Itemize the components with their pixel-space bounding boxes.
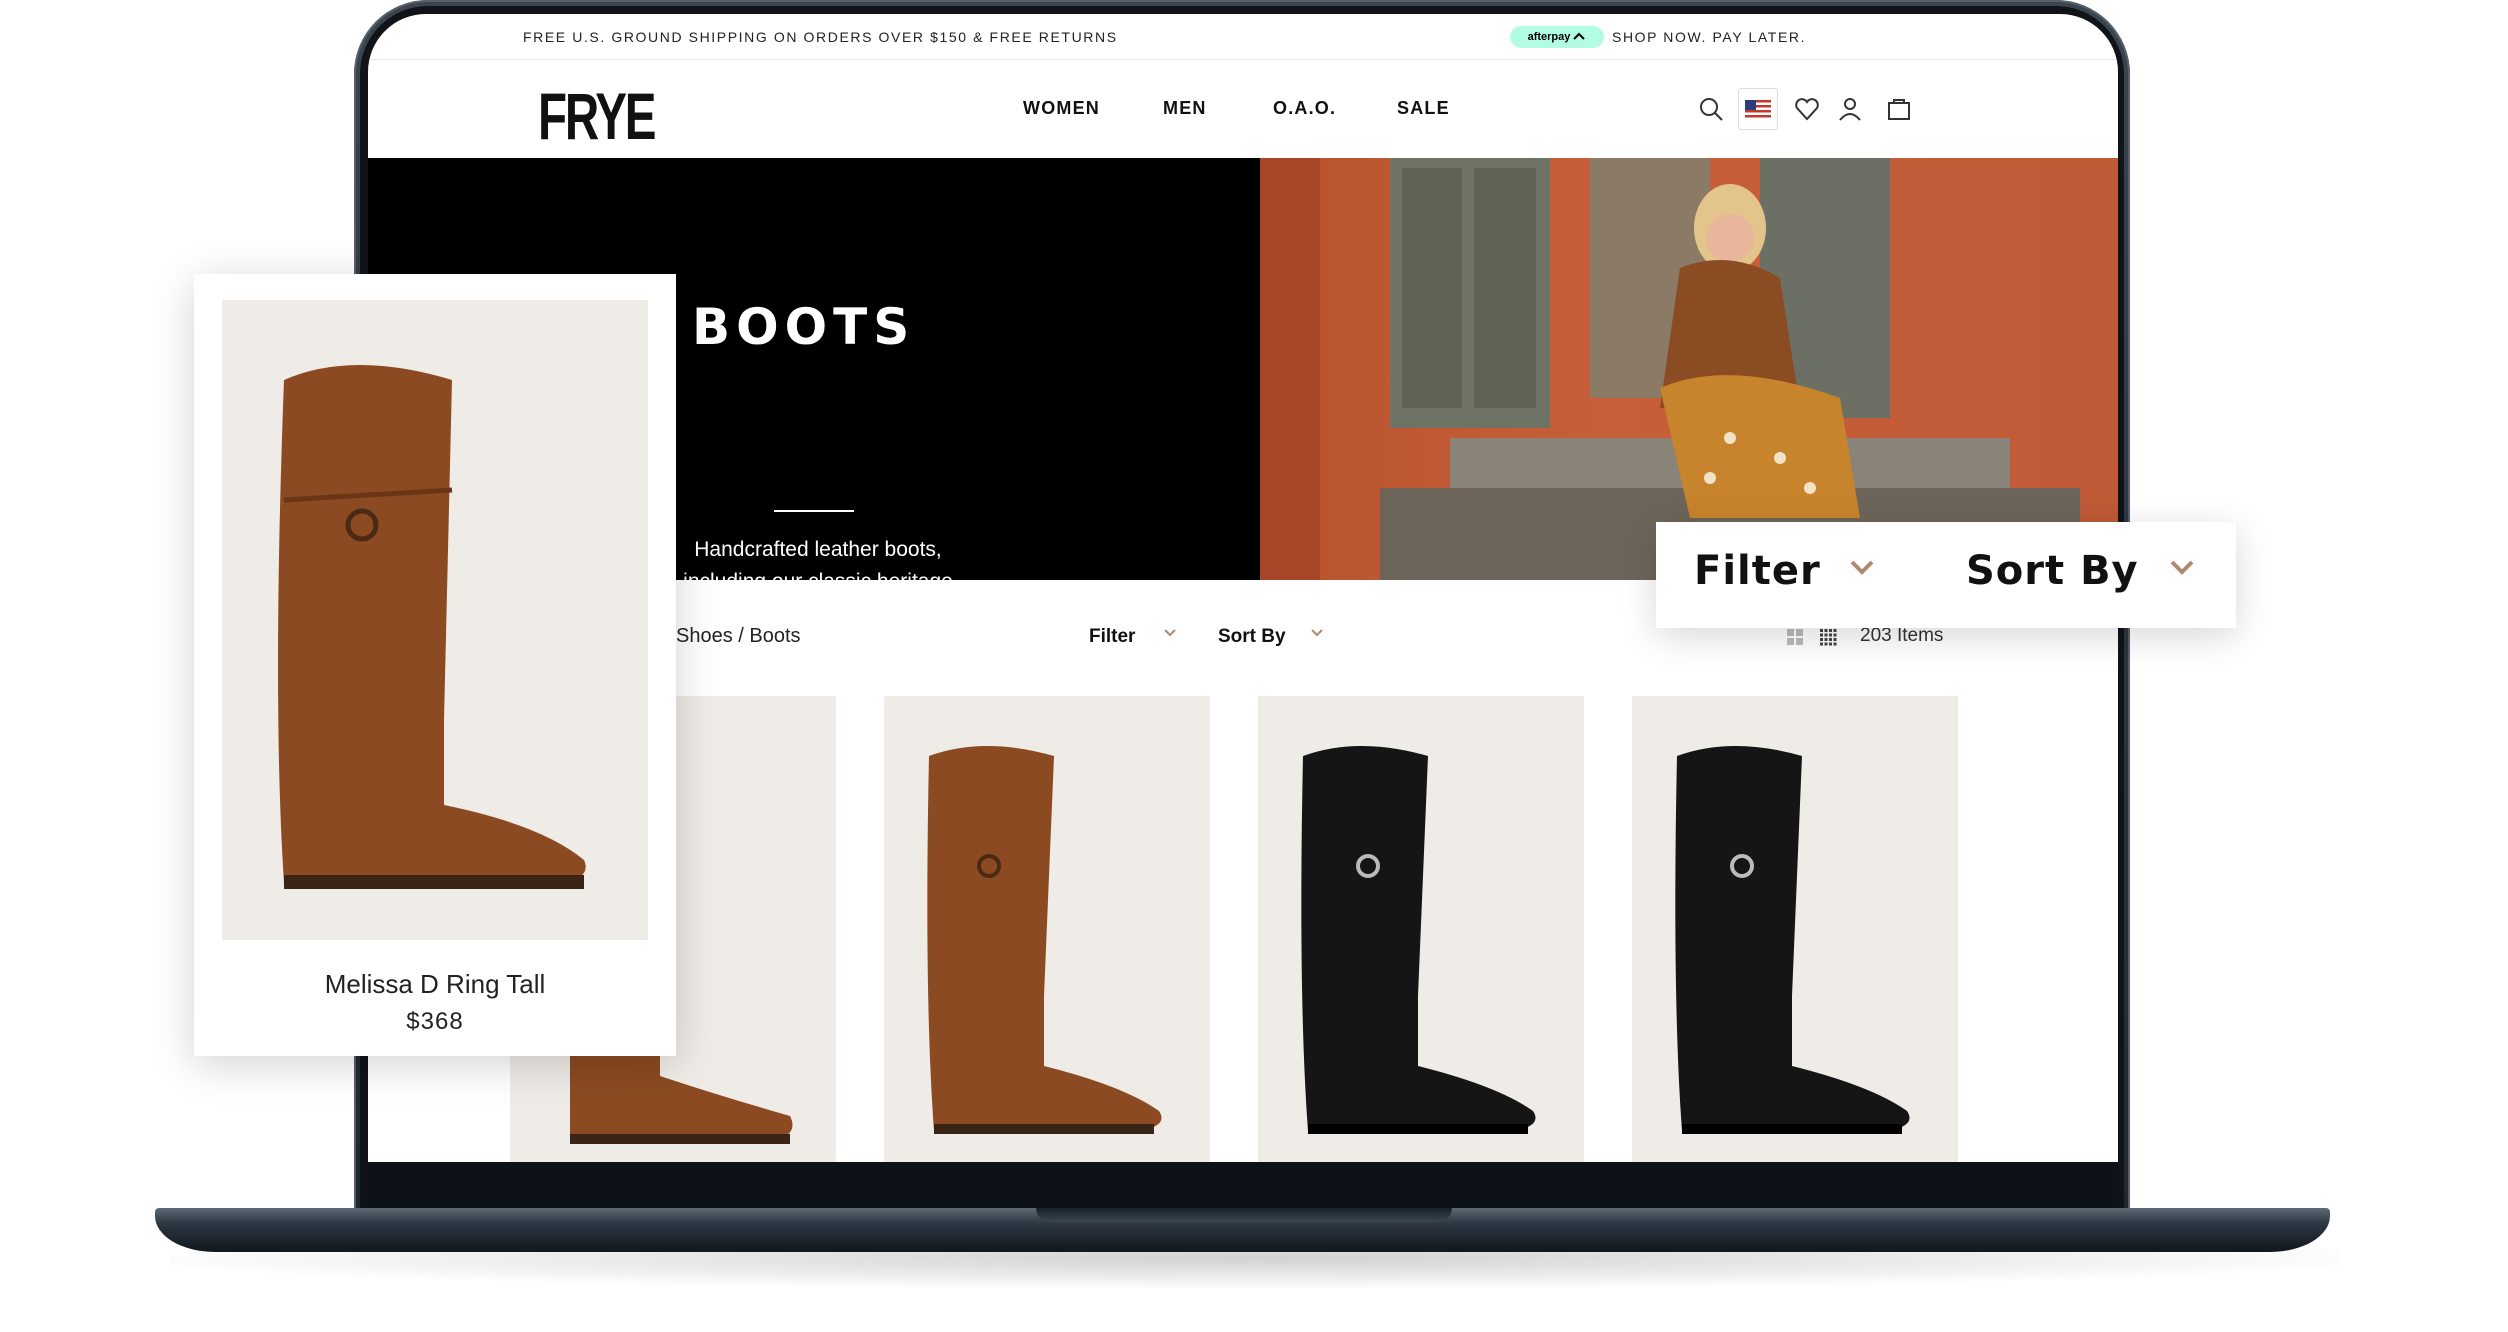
- featured-product-card[interactable]: Melissa D Ring Tall $368: [194, 274, 676, 1056]
- hero-divider: [774, 510, 854, 512]
- sort-chevron-down-icon[interactable]: [1310, 628, 1324, 638]
- afterpay-badge[interactable]: afterpay: [1510, 26, 1604, 48]
- afterpay-promo-text[interactable]: SHOP NOW. PAY LATER.: [1612, 29, 1806, 45]
- nav-men[interactable]: MEN: [1163, 98, 1207, 119]
- grid-4-view-icon[interactable]: [1819, 628, 1837, 646]
- product-tile[interactable]: [1632, 696, 1958, 1162]
- sort-card-chevron-down-icon[interactable]: [2168, 558, 2196, 578]
- featured-product-image[interactable]: [222, 300, 648, 940]
- site-header: FRYE WOMEN MEN O.A.O. SALE: [368, 60, 2118, 158]
- brown-boot-image: [278, 365, 586, 889]
- filter-card-chevron-down-icon[interactable]: [1848, 558, 1876, 578]
- country-selector[interactable]: [1738, 88, 1778, 130]
- nav-sale[interactable]: SALE: [1397, 98, 1450, 119]
- heart-icon[interactable]: [1792, 94, 1822, 124]
- item-count: 203 Items: [1860, 625, 1944, 646]
- hero-description: Handcrafted leather boots, including our…: [683, 538, 953, 625]
- product-tile[interactable]: [884, 696, 1210, 1162]
- black-boot-image: [1675, 746, 1910, 1134]
- black-boot-image: [1301, 746, 1536, 1134]
- brown-boot-image: [927, 746, 1162, 1134]
- product-tile[interactable]: [1258, 696, 1584, 1162]
- hero-title: BOOTS: [692, 298, 916, 356]
- sort-by-button[interactable]: Sort By: [1218, 626, 1286, 648]
- filter-card-filter-button[interactable]: Filter: [1694, 548, 1821, 594]
- featured-product-name[interactable]: Melissa D Ring Tall: [194, 969, 676, 1000]
- nav-women[interactable]: WOMEN: [1023, 98, 1100, 119]
- promo-bar: FREE U.S. GROUND SHIPPING ON ORDERS OVER…: [368, 14, 2118, 60]
- bag-icon[interactable]: [1884, 94, 1914, 124]
- breadcrumb[interactable]: Shoes / Boots: [676, 625, 801, 648]
- hero-photo: [1260, 158, 2118, 580]
- account-icon[interactable]: [1835, 94, 1865, 124]
- featured-product-price: $368: [406, 1008, 464, 1035]
- nav-oao[interactable]: O.A.O.: [1273, 98, 1336, 119]
- us-flag-icon: [1745, 100, 1771, 118]
- frye-logo[interactable]: FRYE: [538, 78, 656, 154]
- filter-chevron-down-icon[interactable]: [1163, 628, 1177, 638]
- filter-sort-card: Filter Sort By: [1656, 522, 2236, 628]
- filter-card-sort-button[interactable]: Sort By: [1966, 548, 2139, 594]
- shipping-promo-text[interactable]: FREE U.S. GROUND SHIPPING ON ORDERS OVER…: [523, 29, 1118, 45]
- search-icon[interactable]: [1696, 94, 1726, 124]
- afterpay-arrows-icon: [1573, 32, 1586, 40]
- laptop-screen-chin: [368, 1162, 2118, 1210]
- hero-photo-illustration: [1260, 158, 2080, 580]
- grid-2-view-icon[interactable]: [1786, 628, 1804, 646]
- afterpay-badge-label: afterpay: [1527, 31, 1571, 43]
- laptop-base-notch: [1036, 1208, 1452, 1222]
- filter-button[interactable]: Filter: [1089, 626, 1135, 648]
